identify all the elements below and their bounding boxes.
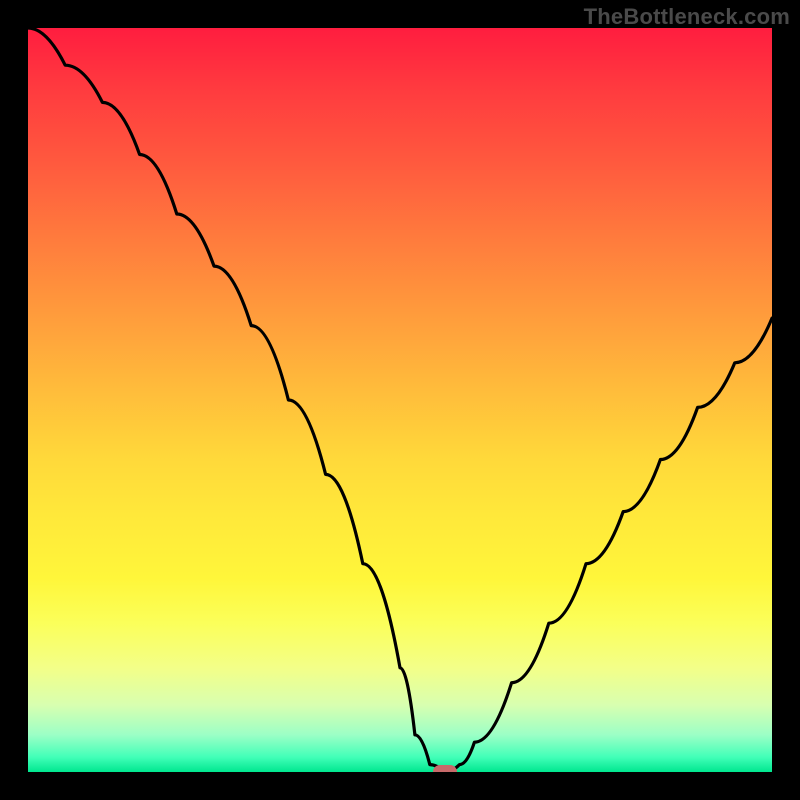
minimum-marker [433,765,457,772]
plot-area [28,28,772,772]
chart-frame: TheBottleneck.com [0,0,800,800]
curve-path [28,28,772,772]
bottleneck-curve [28,28,772,772]
watermark-text: TheBottleneck.com [584,4,790,30]
